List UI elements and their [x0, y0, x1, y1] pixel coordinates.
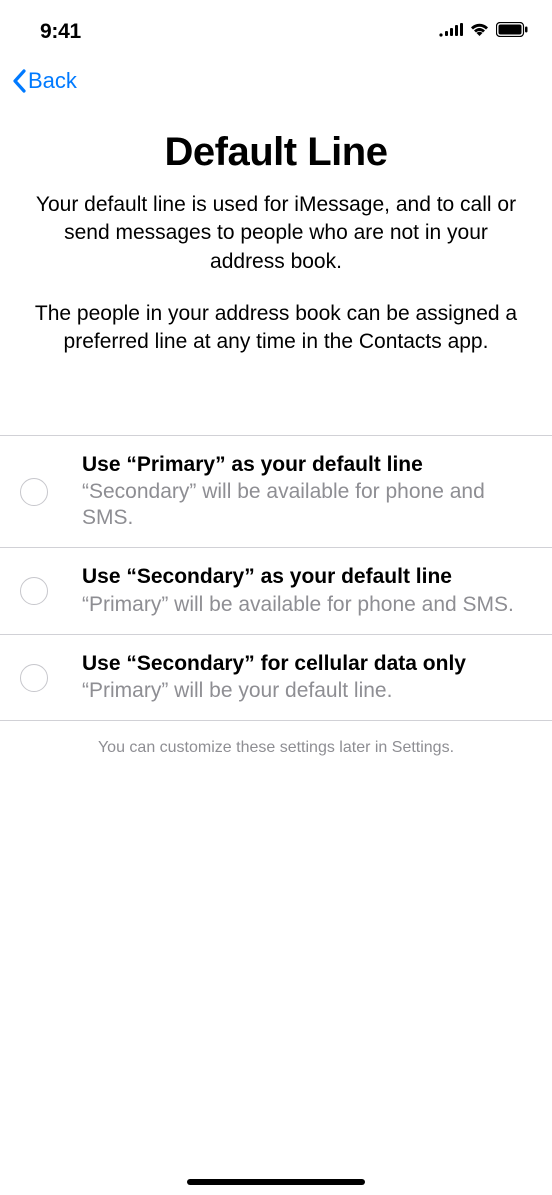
- options-list: Use “Primary” as your default line “Seco…: [0, 435, 552, 722]
- battery-icon: [496, 22, 528, 42]
- status-bar: 9:41: [0, 0, 552, 48]
- option-text: Use “Primary” as your default line “Seco…: [82, 452, 532, 532]
- footer-note: You can customize these settings later i…: [0, 721, 552, 775]
- description-2: The people in your address book can be a…: [28, 300, 524, 357]
- option-subtitle: “Primary” will be your default line.: [82, 678, 532, 704]
- option-secondary-default[interactable]: Use “Secondary” as your default line “Pr…: [0, 548, 552, 635]
- chevron-left-icon: [12, 69, 26, 93]
- back-button[interactable]: Back: [12, 68, 77, 94]
- option-secondary-data-only[interactable]: Use “Secondary” for cellular data only “…: [0, 635, 552, 722]
- page-title: Default Line: [28, 130, 524, 175]
- radio-unselected-icon: [20, 577, 48, 605]
- back-label: Back: [28, 68, 77, 94]
- status-time: 9:41: [40, 20, 81, 44]
- nav-bar: Back: [0, 48, 552, 102]
- option-title: Use “Secondary” for cellular data only: [82, 651, 532, 677]
- option-title: Use “Secondary” as your default line: [82, 564, 532, 590]
- wifi-icon: [469, 22, 490, 42]
- header-section: Default Line Your default line is used f…: [0, 102, 552, 357]
- description-1: Your default line is used for iMessage, …: [28, 191, 524, 276]
- cellular-signal-icon: [439, 23, 463, 42]
- option-title: Use “Primary” as your default line: [82, 452, 532, 478]
- option-subtitle: “Secondary” will be available for phone …: [82, 479, 532, 532]
- home-indicator[interactable]: [187, 1179, 365, 1185]
- option-primary-default[interactable]: Use “Primary” as your default line “Seco…: [0, 436, 552, 549]
- option-text: Use “Secondary” as your default line “Pr…: [82, 564, 532, 618]
- option-text: Use “Secondary” for cellular data only “…: [82, 651, 532, 705]
- radio-unselected-icon: [20, 478, 48, 506]
- option-subtitle: “Primary” will be available for phone an…: [82, 592, 532, 618]
- radio-unselected-icon: [20, 664, 48, 692]
- status-icons: [439, 22, 528, 42]
